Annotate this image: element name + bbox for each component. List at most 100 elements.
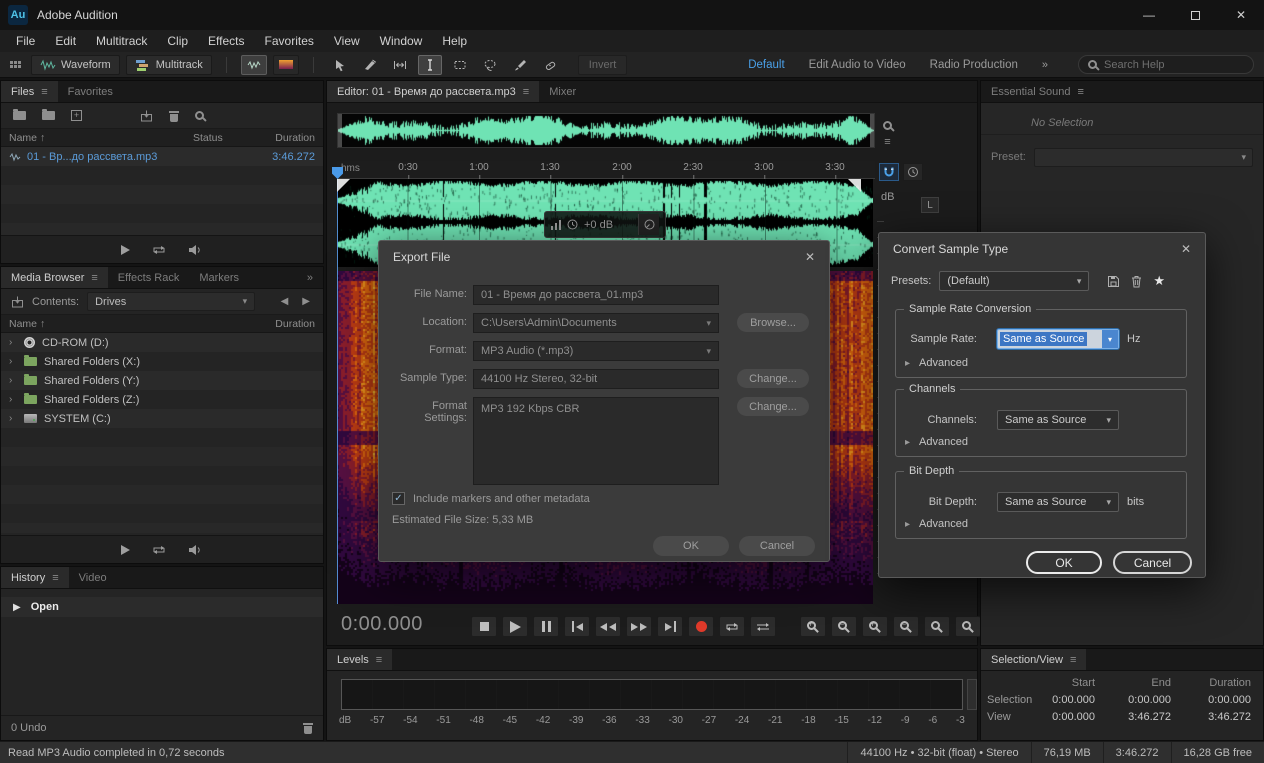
panel-menu-icon[interactable]: ≡ <box>1070 654 1076 666</box>
channel-left-button[interactable]: L <box>921 197 939 213</box>
view-duration-value[interactable]: 3:46.272 <box>1171 711 1251 723</box>
forward-arrow-icon[interactable]: ▶ <box>299 296 313 307</box>
view-end-value[interactable]: 3:46.272 <box>1095 711 1171 723</box>
browse-button[interactable]: Browse... <box>737 313 809 332</box>
tab-levels[interactable]: Levels ≡ <box>327 649 392 670</box>
level-meter[interactable] <box>341 679 963 710</box>
move-tool[interactable] <box>328 55 352 75</box>
maximize-button[interactable] <box>1172 0 1218 30</box>
format-dropdown[interactable]: MP3 Audio (*.mp3)▾ <box>473 341 719 361</box>
tab-editor[interactable]: Editor: 01 - Время до рассвета.mp3 ≡ <box>327 81 539 102</box>
loop-preview-icon[interactable] <box>152 544 166 556</box>
meter-handle[interactable] <box>967 679 977 710</box>
navigator-left-handle[interactable] <box>338 114 342 147</box>
export-cancel-button[interactable]: Cancel <box>739 536 815 556</box>
preview-play-icon[interactable] <box>121 545 130 555</box>
selection-duration-value[interactable]: 0:00.000 <box>1171 694 1251 706</box>
menu-clip[interactable]: Clip <box>157 30 198 52</box>
skip-to-end-button[interactable] <box>657 616 683 637</box>
waveform-mode-button[interactable]: Waveform <box>31 55 120 75</box>
multitrack-mode-button[interactable]: Multitrack <box>126 55 212 75</box>
panel-menu-icon[interactable]: ≡ <box>91 272 97 284</box>
selection-end-value[interactable]: 0:00.000 <box>1095 694 1171 706</box>
timeline-ruler[interactable]: hms 0:30 1:00 1:30 2:00 2:30 3:00 3:30 <box>337 161 875 179</box>
menu-file[interactable]: File <box>6 30 45 52</box>
import-folder-icon[interactable] <box>42 111 55 120</box>
play-button[interactable] <box>502 616 528 637</box>
contents-dropdown[interactable]: Drives ▾ <box>87 292 255 311</box>
bit-depth-advanced-toggle[interactable]: ▸ Advanced <box>905 518 968 530</box>
drive-row[interactable]: › Shared Folders (Z:) <box>1 390 323 409</box>
export-dialog-titlebar[interactable]: Export File ✕ <box>379 241 829 273</box>
menu-multitrack[interactable]: Multitrack <box>86 30 157 52</box>
loop-preview-icon[interactable] <box>152 244 166 256</box>
autoplay-speaker-icon[interactable] <box>188 244 203 256</box>
spot-healing-tool[interactable] <box>538 55 562 75</box>
record-button[interactable] <box>688 616 714 637</box>
menu-edit[interactable]: Edit <box>45 30 86 52</box>
convert-dialog-close-icon[interactable]: ✕ <box>1181 242 1191 256</box>
loop-playback-button[interactable] <box>719 616 745 637</box>
more-panels-icon[interactable]: » <box>297 267 323 288</box>
zoom-to-selection-button[interactable] <box>924 616 950 637</box>
convert-dialog-titlebar[interactable]: Convert Sample Type ✕ <box>879 233 1205 265</box>
fast-forward-button[interactable] <box>626 616 652 637</box>
panel-menu-icon[interactable]: ≡ <box>41 86 47 98</box>
drive-row[interactable]: › Shared Folders (Y:) <box>1 371 323 390</box>
hud-volume-value[interactable]: +0 dB <box>584 219 613 231</box>
lasso-selection-tool[interactable] <box>478 55 502 75</box>
menu-view[interactable]: View <box>324 30 370 52</box>
search-help-input[interactable] <box>1104 59 1244 71</box>
channels-advanced-toggle[interactable]: ▸ Advanced <box>905 436 968 448</box>
volume-hud[interactable]: +0 dB <box>544 211 666 238</box>
add-to-files-icon[interactable] <box>11 296 24 308</box>
expand-chevron-icon[interactable]: › <box>9 394 17 405</box>
zoom-in-time-button[interactable] <box>862 616 888 637</box>
rewind-button[interactable] <box>595 616 621 637</box>
bit-depth-combo[interactable]: Same as Source ▾ <box>997 492 1119 512</box>
files-col-status[interactable]: Status <box>193 132 253 144</box>
tab-favorites[interactable]: Favorites <box>58 81 123 102</box>
tab-mixer[interactable]: Mixer <box>539 81 586 102</box>
convert-ok-button[interactable]: OK <box>1026 551 1102 574</box>
fade-out-handle[interactable] <box>848 179 861 192</box>
search-help-box[interactable] <box>1078 55 1254 74</box>
pause-button[interactable] <box>533 616 559 637</box>
clear-history-icon[interactable] <box>303 722 313 734</box>
dropdown-icon[interactable]: ▾ <box>1102 330 1118 348</box>
preview-play-icon[interactable] <box>121 245 130 255</box>
export-ok-button[interactable]: OK <box>653 536 729 556</box>
stop-button[interactable] <box>471 616 497 637</box>
expand-chevron-icon[interactable]: › <box>9 375 17 386</box>
navigator-menu-icon[interactable]: ≡ <box>884 136 890 148</box>
workspace-edit-audio-to-video[interactable]: Edit Audio to Video <box>809 59 906 71</box>
sample-rate-combo[interactable]: Same as Source ▾ <box>997 329 1119 349</box>
waveform-view-toggle[interactable] <box>241 55 267 75</box>
channels-combo[interactable]: Same as Source ▾ <box>997 410 1119 430</box>
paintbrush-selection-tool[interactable] <box>508 55 532 75</box>
navigator-waveform-canvas[interactable] <box>338 114 874 147</box>
menu-help[interactable]: Help <box>432 30 477 52</box>
zoom-reset-button[interactable] <box>955 616 981 637</box>
sample-type-field[interactable]: 44100 Hz Stereo, 32-bit <box>473 369 719 389</box>
expand-chevron-icon[interactable]: › <box>9 337 17 348</box>
skip-selection-button[interactable] <box>750 616 776 637</box>
files-search-icon[interactable] <box>195 111 204 120</box>
workspace-radio-production[interactable]: Radio Production <box>930 59 1018 71</box>
autoplay-speaker-icon[interactable] <box>188 544 203 556</box>
minimize-button[interactable]: — <box>1126 0 1172 30</box>
spectral-view-toggle[interactable] <box>273 55 299 75</box>
tab-essential-sound[interactable]: Essential Sound ≡ <box>981 81 1094 102</box>
history-entry-open[interactable]: ▶ Open <box>1 597 323 617</box>
invert-button[interactable]: Invert <box>578 55 628 75</box>
drive-row[interactable]: › CD-ROM (D:) <box>1 333 323 352</box>
slip-tool[interactable] <box>388 55 412 75</box>
tab-selection-view[interactable]: Selection/View ≡ <box>981 649 1086 670</box>
zoom-navigator[interactable] <box>337 113 875 148</box>
tab-history[interactable]: History ≡ <box>1 567 69 588</box>
menu-effects[interactable]: Effects <box>198 30 254 52</box>
workspace-default[interactable]: Default <box>748 59 784 71</box>
marker-button[interactable] <box>903 163 923 181</box>
preset-dropdown[interactable]: ▾ <box>1034 148 1253 167</box>
expand-chevron-icon[interactable]: › <box>9 413 17 424</box>
